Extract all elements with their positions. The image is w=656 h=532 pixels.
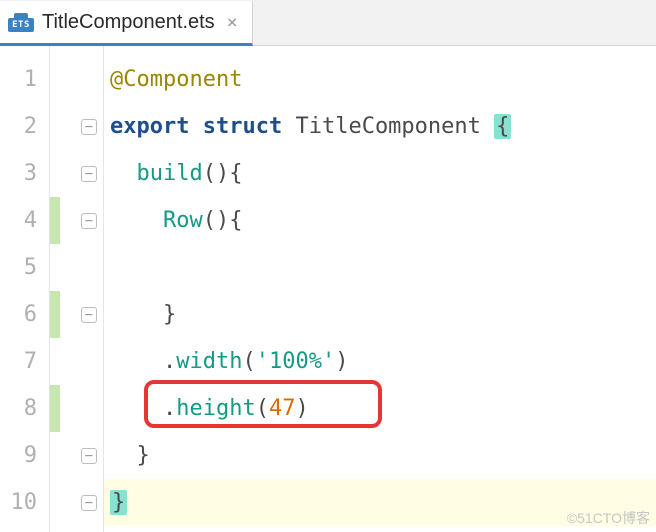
line-number: 5 [0, 244, 49, 291]
code-line[interactable]: build(){ [110, 150, 656, 197]
fold-gutter: − − − − − − [50, 46, 104, 532]
code-line[interactable]: } [110, 291, 656, 338]
tab-filename: TitleComponent.ets [42, 11, 215, 34]
code-line[interactable] [110, 244, 656, 291]
editor[interactable]: 1 2 3 4 5 6 7 8 9 10 − − − − − − @Compon… [0, 46, 656, 532]
fold-toggle-icon[interactable]: − [81, 495, 97, 511]
line-number: 9 [0, 432, 49, 479]
code-line[interactable]: .height(47) [110, 385, 656, 432]
tab-active[interactable]: ETS TitleComponent.ets × [0, 1, 253, 46]
code-line[interactable]: Row(){ [110, 197, 656, 244]
line-gutter: 1 2 3 4 5 6 7 8 9 10 [0, 46, 50, 532]
line-number: 6 [0, 291, 49, 338]
line-number: 8 [0, 385, 49, 432]
line-number: 4 [0, 197, 49, 244]
fold-toggle-icon[interactable]: − [81, 166, 97, 182]
close-icon[interactable]: × [223, 12, 238, 33]
change-marker [50, 197, 60, 244]
code-line[interactable]: .width('100%') [110, 338, 656, 385]
change-marker [50, 385, 60, 432]
watermark-text: ©51CTO博客 [567, 508, 650, 528]
code-area[interactable]: @Component export struct TitleComponent … [104, 46, 656, 532]
line-number: 10 [0, 479, 49, 526]
matched-brace: } [110, 490, 127, 515]
fold-toggle-icon[interactable]: − [81, 307, 97, 323]
tab-bar: ETS TitleComponent.ets × [0, 0, 656, 46]
fold-toggle-icon[interactable]: − [81, 448, 97, 464]
line-number: 7 [0, 338, 49, 385]
ets-file-icon: ETS [8, 13, 34, 32]
code-line[interactable]: export struct TitleComponent { [110, 103, 656, 150]
change-marker [50, 291, 60, 338]
code-line[interactable]: } [110, 432, 656, 479]
fold-toggle-icon[interactable]: − [81, 213, 97, 229]
line-number: 2 [0, 103, 49, 150]
line-number: 3 [0, 150, 49, 197]
code-line[interactable]: @Component [110, 56, 656, 103]
fold-toggle-icon[interactable]: − [81, 119, 97, 135]
line-number: 1 [0, 56, 49, 103]
matched-brace: { [494, 114, 511, 139]
